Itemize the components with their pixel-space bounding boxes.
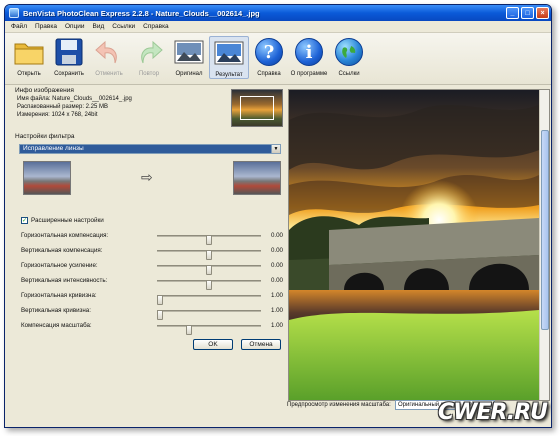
parameter-slider[interactable] bbox=[157, 310, 261, 320]
parameter-row: Горизонтальное усиление: 0.00 bbox=[21, 261, 283, 275]
maximize-button[interactable]: □ bbox=[521, 7, 534, 19]
floppy-disk-icon bbox=[53, 36, 85, 68]
links-button[interactable]: Ссылки bbox=[329, 36, 369, 77]
undo-button[interactable]: Отменить bbox=[89, 36, 129, 77]
help-button[interactable]: ? Справка bbox=[249, 36, 289, 77]
info-icon: i bbox=[295, 38, 323, 66]
slider-thumb[interactable] bbox=[157, 295, 163, 305]
image-info-title: Инфо изображения bbox=[15, 87, 74, 94]
result-image-icon bbox=[213, 37, 245, 69]
parameter-row: Горизонтальная компенсация: 0.00 bbox=[21, 231, 283, 245]
parameter-slider[interactable] bbox=[157, 250, 261, 260]
watermark: CWER.RU bbox=[438, 400, 548, 425]
advanced-settings-toggle[interactable]: ✓ Расширенные настройки bbox=[21, 217, 104, 224]
globe-icon bbox=[335, 38, 363, 66]
menu-bar: Файл Правка Опции Вид Ссылки Справка bbox=[5, 21, 551, 33]
slider-thumb[interactable] bbox=[206, 235, 212, 245]
parameter-label: Вертикальная кривизна: bbox=[21, 307, 91, 314]
original-button[interactable]: Оригинал bbox=[169, 36, 209, 77]
original-image-icon bbox=[173, 36, 205, 68]
parameter-label: Вертикальная интенсивность: bbox=[21, 277, 108, 284]
parameter-value: 0.00 bbox=[270, 262, 283, 269]
image-info: Имя файла: Nature_Clouds__002614_.jpg Ра… bbox=[9, 95, 132, 119]
menu-options[interactable]: Опции bbox=[61, 23, 89, 30]
filter-settings-title: Настройки фильтра bbox=[15, 133, 75, 140]
about-button[interactable]: i О программе bbox=[289, 36, 329, 77]
question-mark-icon: ? bbox=[255, 38, 283, 66]
parameter-slider[interactable] bbox=[157, 235, 261, 245]
arrow-right-icon: ⇨ bbox=[141, 169, 153, 185]
file-name: Имя файла: Nature_Clouds__002614_.jpg bbox=[17, 96, 132, 102]
redo-button[interactable]: Повтор bbox=[129, 36, 169, 77]
slider-thumb[interactable] bbox=[186, 325, 193, 335]
filter-selected-value: Исправление линзы bbox=[23, 145, 84, 152]
slider-thumb[interactable] bbox=[157, 310, 163, 320]
parameter-slider[interactable] bbox=[157, 280, 261, 290]
menu-view[interactable]: Вид bbox=[89, 23, 109, 30]
minimize-button[interactable]: _ bbox=[506, 7, 519, 19]
parameter-value: 0.00 bbox=[270, 247, 283, 254]
unpacked-size: Распакованный размер: 2.25 MB bbox=[17, 104, 109, 110]
parameter-row: Вертикальная кривизна: 1.00 bbox=[21, 306, 283, 320]
app-icon bbox=[9, 8, 19, 18]
parameter-row: Вертикальная интенсивность: 0.00 bbox=[21, 276, 283, 290]
folder-icon bbox=[13, 36, 45, 68]
preview-scrollbar[interactable] bbox=[539, 90, 549, 400]
parameter-label: Горизонтальная кривизна: bbox=[21, 292, 97, 299]
title-bar[interactable]: BenVista PhotoClean Express 2.2.8 - Natu… bbox=[5, 5, 551, 21]
preview-zoom-label: Предпросмотр изменения масштаба: bbox=[287, 402, 391, 408]
slider-thumb[interactable] bbox=[206, 280, 212, 290]
menu-help[interactable]: Справка bbox=[139, 23, 173, 30]
settings-panel: Инфо изображения Имя файла: Nature_Cloud… bbox=[9, 87, 285, 411]
redo-arrow-icon bbox=[133, 36, 165, 68]
menu-links[interactable]: Ссылки bbox=[108, 23, 139, 30]
window-title: BenVista PhotoClean Express 2.2.8 - Natu… bbox=[23, 8, 260, 18]
parameter-value: 0.00 bbox=[270, 232, 283, 239]
parameter-row: Компенсация масштаба: 1.00 bbox=[21, 321, 283, 335]
cancel-button[interactable]: Отмена bbox=[241, 339, 281, 350]
menu-file[interactable]: Файл bbox=[7, 23, 31, 30]
save-button[interactable]: Сохранить bbox=[49, 36, 89, 77]
parameter-row: Вертикальная компенсация: 0.00 bbox=[21, 246, 283, 260]
parameter-label: Горизонтальная компенсация: bbox=[21, 232, 109, 239]
parameter-row: Горизонтальная кривизна: 1.00 bbox=[21, 291, 283, 305]
slider-thumb[interactable] bbox=[206, 265, 212, 275]
result-button[interactable]: Результат bbox=[209, 36, 249, 79]
result-photo bbox=[289, 90, 539, 400]
scrollbar-thumb[interactable] bbox=[541, 130, 549, 330]
menu-edit[interactable]: Правка bbox=[31, 23, 61, 30]
parameter-label: Горизонтальное усиление: bbox=[21, 262, 98, 269]
chevron-down-icon[interactable]: ▼ bbox=[271, 145, 280, 153]
slider-thumb[interactable] bbox=[206, 250, 212, 260]
parameter-value: 0.00 bbox=[270, 277, 283, 284]
parameter-label: Компенсация масштаба: bbox=[21, 322, 92, 329]
filter-select[interactable]: Исправление линзы ▼ bbox=[19, 144, 281, 154]
after-example-image bbox=[233, 161, 281, 195]
checkmark-icon[interactable]: ✓ bbox=[21, 217, 28, 224]
image-dimensions: Измерения: 1024 x 768, 24bit bbox=[17, 112, 98, 118]
parameter-slider[interactable] bbox=[157, 265, 261, 275]
close-button[interactable]: × bbox=[536, 7, 549, 19]
parameter-value: 1.00 bbox=[270, 322, 283, 329]
parameter-slider[interactable] bbox=[157, 295, 261, 305]
image-preview-panel[interactable] bbox=[288, 89, 550, 401]
open-button[interactable]: Открыть bbox=[9, 36, 49, 77]
parameter-value: 1.00 bbox=[270, 292, 283, 299]
toolbar: Открыть Сохранить Отменить Повтор Оригин… bbox=[5, 33, 551, 85]
parameter-label: Вертикальная компенсация: bbox=[21, 247, 103, 254]
parameter-value: 1.00 bbox=[270, 307, 283, 314]
preview-thumbnail[interactable] bbox=[231, 89, 283, 127]
parameter-slider[interactable] bbox=[157, 325, 261, 335]
undo-arrow-icon bbox=[93, 36, 125, 68]
app-window: BenVista PhotoClean Express 2.2.8 - Natu… bbox=[4, 4, 552, 428]
before-example-image bbox=[23, 161, 71, 195]
ok-button[interactable]: OK bbox=[193, 339, 233, 350]
